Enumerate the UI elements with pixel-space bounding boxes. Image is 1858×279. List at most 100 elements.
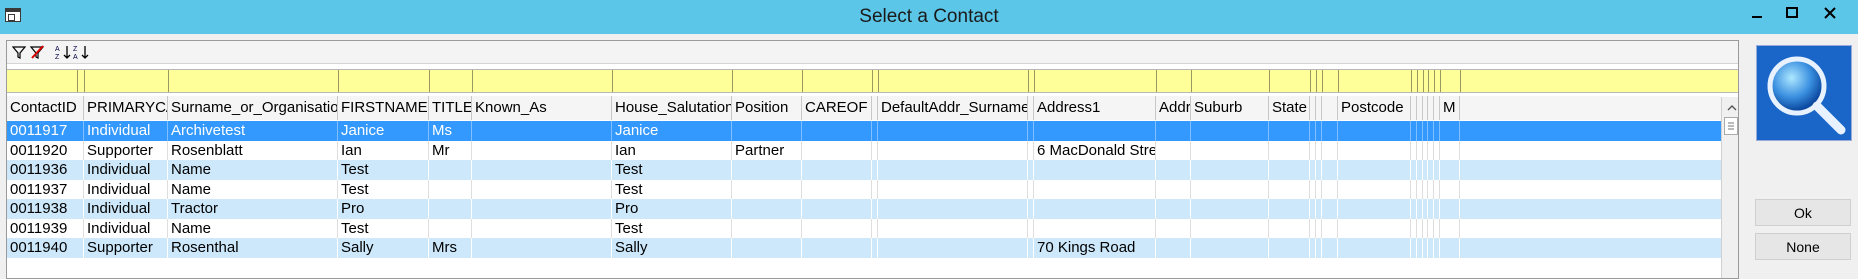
- column-header[interactable]: State: [1269, 96, 1310, 120]
- svg-text:Z: Z: [73, 46, 78, 53]
- close-button[interactable]: [1810, 0, 1850, 26]
- clear-filter-button[interactable]: [29, 44, 45, 60]
- contact-grid[interactable]: AZ ZA ContactID PRIMARYCA Surname_or_Organ…: [6, 40, 1739, 279]
- column-header[interactable]: [1322, 96, 1338, 120]
- table-cell: Mrs: [429, 238, 472, 258]
- table-cell: [1440, 140, 1460, 160]
- column-header[interactable]: Known_As: [472, 96, 612, 120]
- table-cell: Name: [168, 218, 338, 238]
- scroll-thumb[interactable]: [1724, 117, 1738, 135]
- table-cell: [1322, 179, 1338, 199]
- column-header[interactable]: DefaultAddr_Surname: [878, 96, 1028, 120]
- table-cell: [1440, 179, 1460, 199]
- column-header[interactable]: TITLE: [429, 96, 472, 120]
- table-cell: [1156, 121, 1191, 141]
- filter-separator: [732, 70, 733, 92]
- column-header[interactable]: ContactID: [7, 96, 84, 120]
- filter-separator: [1411, 70, 1412, 92]
- filter-separator: [1310, 70, 1311, 92]
- table-cell: [1191, 238, 1269, 258]
- table-cell: [1034, 121, 1156, 141]
- filter-separator: [1034, 70, 1035, 92]
- sort-ascending-button[interactable]: AZ: [55, 44, 71, 60]
- column-header[interactable]: CAREOF: [802, 96, 872, 120]
- table-row[interactable]: 0011938 Individual Tractor Pro Pro: [7, 199, 1721, 219]
- filter-icon: [12, 46, 26, 59]
- table-cell: Supporter: [84, 140, 168, 160]
- maximize-button[interactable]: [1772, 0, 1812, 26]
- table-row[interactable]: 0011937 Individual Name Test Test: [7, 179, 1721, 199]
- table-row[interactable]: 0011939 Individual Name Test Test: [7, 218, 1721, 238]
- table-cell: [1322, 238, 1338, 258]
- table-cell: [1156, 179, 1191, 199]
- table-cell: [802, 140, 872, 160]
- table-cell: Janice: [338, 121, 429, 141]
- column-header[interactable]: Position: [732, 96, 802, 120]
- table-row[interactable]: 0011940 Supporter Rosenthal Sally Mrs Sally 70…: [7, 238, 1721, 258]
- filter-separator: [1428, 70, 1429, 92]
- filter-separator: [1434, 70, 1435, 92]
- table-row[interactable]: 0011917 Individual Archivetest Janice Ms Jani…: [7, 121, 1721, 141]
- table-cell: [472, 160, 612, 180]
- table-cell: Individual: [84, 179, 168, 199]
- table-cell: Ian: [612, 140, 732, 160]
- table-cell: [1269, 140, 1310, 160]
- table-cell: [472, 140, 612, 160]
- table-cell: [1440, 199, 1460, 219]
- table-cell: [732, 238, 802, 258]
- column-header[interactable]: Postcode: [1338, 96, 1411, 120]
- table-cell: [1034, 199, 1156, 219]
- ok-button[interactable]: Ok: [1755, 199, 1851, 226]
- minimize-button[interactable]: [1737, 0, 1777, 26]
- vertical-scrollbar[interactable]: [1721, 97, 1738, 278]
- table-row[interactable]: 0011936 Individual Name Test Test: [7, 160, 1721, 180]
- scroll-up-button[interactable]: [1724, 99, 1738, 115]
- column-header[interactable]: PRIMARYCA: [84, 96, 168, 120]
- table-cell: [472, 179, 612, 199]
- column-header[interactable]: FIRSTNAME: [338, 96, 429, 120]
- table-cell: 0011936: [7, 160, 84, 180]
- table-cell: [1191, 179, 1269, 199]
- table-cell: [878, 179, 1028, 199]
- filter-separator: [1191, 70, 1192, 92]
- table-cell: [1338, 179, 1411, 199]
- column-filter-row[interactable]: [7, 69, 1738, 93]
- filter-button[interactable]: [11, 44, 27, 60]
- table-row[interactable]: 0011920 Supporter Rosenblatt Ian Mr Ian Partne…: [7, 140, 1721, 160]
- table-cell: Individual: [84, 160, 168, 180]
- sort-descending-icon: ZA: [73, 46, 89, 60]
- sort-descending-button[interactable]: ZA: [73, 44, 89, 60]
- table-cell: [732, 179, 802, 199]
- table-cell: [1322, 218, 1338, 238]
- column-header[interactable]: House_Salutation: [612, 96, 732, 120]
- column-header[interactable]: Addr: [1156, 96, 1191, 120]
- filter-separator: [612, 70, 613, 92]
- table-cell: [429, 160, 472, 180]
- table-cell: [1034, 160, 1156, 180]
- table-cell: 6 MacDonald Stree: [1034, 140, 1156, 160]
- filter-separator: [872, 70, 873, 92]
- table-cell: [1322, 121, 1338, 141]
- table-cell: [878, 121, 1028, 141]
- table-cell: [1156, 238, 1191, 258]
- filter-separator: [77, 70, 78, 92]
- table-cell: [802, 218, 872, 238]
- column-header[interactable]: Suburb: [1191, 96, 1269, 120]
- search-image: [1756, 45, 1852, 141]
- column-header[interactable]: Address1: [1034, 96, 1156, 120]
- minimize-icon: [1752, 16, 1762, 18]
- window-title: Select a Contact: [859, 6, 999, 27]
- table-cell: Supporter: [84, 238, 168, 258]
- table-cell: [1440, 121, 1460, 141]
- table-cell: [1440, 218, 1460, 238]
- table-cell: [802, 121, 872, 141]
- table-cell: 0011939: [7, 218, 84, 238]
- none-button[interactable]: None: [1755, 233, 1851, 260]
- table-cell: [1322, 199, 1338, 219]
- column-header[interactable]: M: [1440, 96, 1460, 120]
- column-header[interactable]: Surname_or_Organisation: [168, 96, 338, 120]
- table-cell: 0011938: [7, 199, 84, 219]
- table-cell: [1338, 199, 1411, 219]
- table-cell: [1269, 238, 1310, 258]
- table-cell: Individual: [84, 199, 168, 219]
